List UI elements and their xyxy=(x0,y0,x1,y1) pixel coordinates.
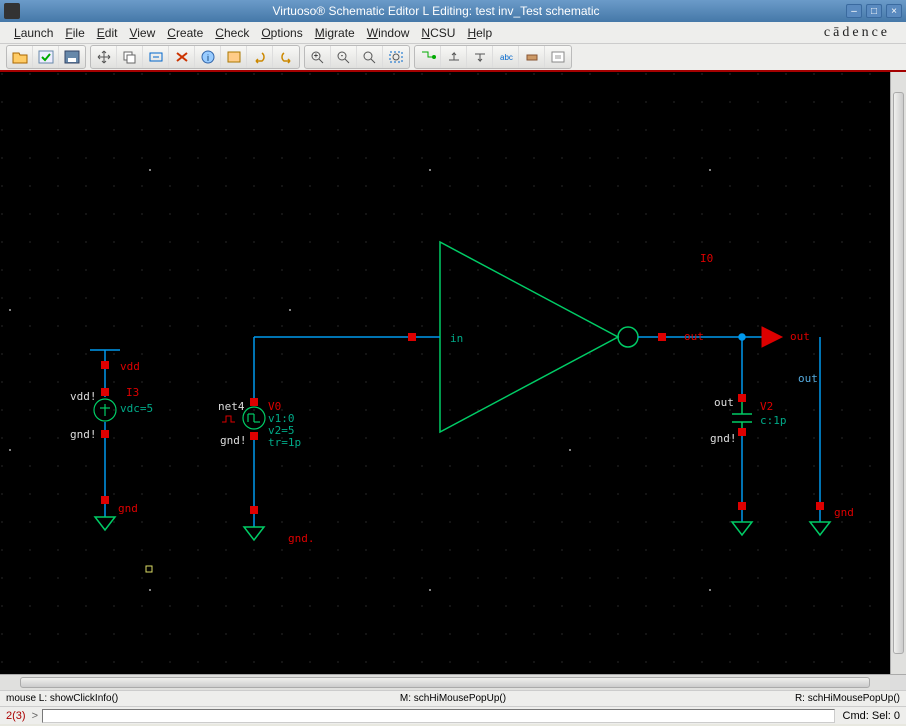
move-icon[interactable] xyxy=(91,46,117,68)
menu-migrate[interactable]: Migrate xyxy=(309,24,361,42)
status-cmd-bar: 2(3) > Cmd: Sel: 0 xyxy=(0,706,906,724)
cmd-sel-status: Cmd: Sel: 0 xyxy=(843,710,900,722)
status-mouse-r: R: schHiMousePopUp() xyxy=(602,693,900,704)
schematic-svg xyxy=(0,72,888,674)
wire-icon[interactable] xyxy=(519,46,545,68)
vdd-source-name: I3 xyxy=(126,386,139,399)
cap-gnd-label: gnd xyxy=(834,506,854,519)
return-down-icon[interactable] xyxy=(467,46,493,68)
return-up-icon[interactable] xyxy=(441,46,467,68)
window-controls: – □ × xyxy=(846,4,902,18)
vdd-gnd-label: gnd xyxy=(118,502,138,515)
menubar: LaunchFileEditViewCreateCheckOptionsMigr… xyxy=(0,22,906,44)
svg-text:+: + xyxy=(313,51,318,60)
vdd-net-label: vdd xyxy=(120,360,140,373)
close-button[interactable]: × xyxy=(886,4,902,18)
svg-text:i: i xyxy=(207,53,209,63)
menu-create[interactable]: Create xyxy=(161,24,209,42)
menu-ncsu[interactable]: NCSU xyxy=(415,24,461,42)
pulse-gnd-label: gnd. xyxy=(288,532,315,545)
zoom-area-icon[interactable] xyxy=(383,46,409,68)
copy-icon[interactable] xyxy=(117,46,143,68)
vdd-bang-label: vdd! xyxy=(70,390,97,403)
toolbar-group: +- xyxy=(304,45,410,69)
maximize-button[interactable]: □ xyxy=(866,4,882,18)
info-icon[interactable]: i xyxy=(195,46,221,68)
window-title: Virtuoso® Schematic Editor L Editing: te… xyxy=(26,4,846,18)
cap-out-net: out xyxy=(714,396,734,409)
check-save-icon[interactable] xyxy=(33,46,59,68)
toolbar-group: i xyxy=(90,45,300,69)
app-icon xyxy=(4,3,20,19)
schematic-canvas[interactable]: I0 in out out vdd I3 vdd! vdc=5 gnd! gnd… xyxy=(0,72,890,674)
error-count[interactable]: 2(3) xyxy=(6,710,26,722)
toolbar-group: abc xyxy=(414,45,572,69)
svg-text:-: - xyxy=(340,51,343,60)
status-mouse-l: mouse L: showClickInfo() xyxy=(6,693,304,704)
save-icon[interactable] xyxy=(59,46,85,68)
toolbar: i+-abc xyxy=(0,44,906,72)
inverter-out-label: out xyxy=(684,330,704,343)
canvas-area: I0 in out out vdd I3 vdd! vdc=5 gnd! gnd… xyxy=(0,72,906,674)
pulse-net-label: net4 xyxy=(218,400,245,413)
menu-options[interactable]: Options xyxy=(255,24,308,42)
cap-gnd-bang: gnd! xyxy=(710,432,737,445)
cap-param: c:1p xyxy=(760,414,787,427)
minimize-button[interactable]: – xyxy=(846,4,862,18)
zoom-fit-icon[interactable] xyxy=(357,46,383,68)
stretch-icon[interactable] xyxy=(143,46,169,68)
menu-file[interactable]: File xyxy=(59,24,90,42)
redo-icon[interactable] xyxy=(273,46,299,68)
cmd-prompt: > xyxy=(32,710,38,722)
open-icon[interactable] xyxy=(7,46,33,68)
inverter-in-label: in xyxy=(450,332,463,345)
vdd-gnd-bang-label: gnd! xyxy=(70,428,97,441)
menu-window[interactable]: Window xyxy=(361,24,416,42)
menu-launch[interactable]: Launch xyxy=(8,24,59,42)
vscroll-thumb[interactable] xyxy=(893,92,904,654)
zoom-in-icon[interactable]: + xyxy=(305,46,331,68)
menu-edit[interactable]: Edit xyxy=(91,24,124,42)
out-net-wire-label: out xyxy=(798,372,818,385)
hscroll-thumb[interactable] xyxy=(20,677,870,688)
command-input[interactable] xyxy=(42,709,835,723)
cap-name: V2 xyxy=(760,400,773,413)
menu-help[interactable]: Help xyxy=(461,24,498,42)
menu-view[interactable]: View xyxy=(123,24,161,42)
titlebar: Virtuoso® Schematic Editor L Editing: te… xyxy=(0,0,906,22)
svg-text:abc: abc xyxy=(500,53,513,62)
label-icon[interactable]: abc xyxy=(493,46,519,68)
horizontal-scrollbar[interactable] xyxy=(0,674,906,690)
descend-icon[interactable] xyxy=(415,46,441,68)
toolbar-group xyxy=(6,45,86,69)
delete-icon[interactable] xyxy=(169,46,195,68)
vertical-scrollbar[interactable] xyxy=(890,72,906,674)
vdc-param-label: vdc=5 xyxy=(120,402,153,415)
pin-icon[interactable] xyxy=(545,46,571,68)
query-icon[interactable] xyxy=(221,46,247,68)
instance-label: I0 xyxy=(700,252,713,265)
brand-logo: cādence xyxy=(824,25,898,41)
menu-check[interactable]: Check xyxy=(209,24,255,42)
pulse-gnd-bang-label: gnd! xyxy=(220,434,247,447)
undo-icon[interactable] xyxy=(247,46,273,68)
status-mouse-m: M: schHiMousePopUp() xyxy=(304,693,602,704)
output-pin-label: out xyxy=(790,330,810,343)
zoom-out-icon[interactable]: - xyxy=(331,46,357,68)
status-mouse-bar: mouse L: showClickInfo() M: schHiMousePo… xyxy=(0,690,906,706)
pulse-param-tr: tr=1p xyxy=(268,436,301,449)
